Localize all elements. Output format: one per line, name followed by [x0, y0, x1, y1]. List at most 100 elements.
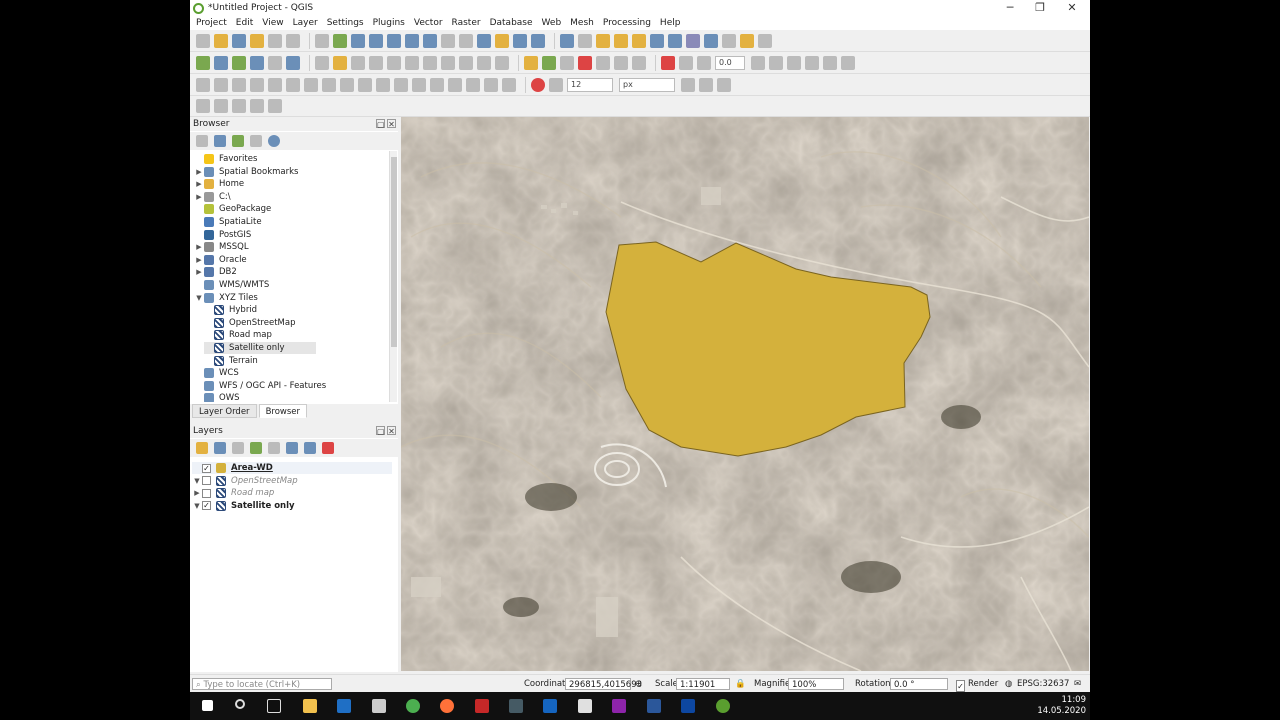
tab-layer-order[interactable]: Layer Order [192, 404, 257, 418]
crs-icon[interactable]: ◍ [1005, 678, 1012, 690]
browser-item[interactable]: WCS [194, 367, 384, 379]
browser-item[interactable]: Favorites [194, 153, 384, 165]
outlook-icon[interactable] [337, 699, 351, 713]
app-red-icon[interactable] [475, 699, 489, 713]
snap-area-icon[interactable] [286, 77, 300, 92]
ellipse-icon[interactable] [448, 77, 462, 92]
tolerance-icon[interactable] [549, 77, 563, 92]
delete-selected-icon[interactable] [405, 55, 419, 70]
rotation-field[interactable]: 0.0 ° [890, 678, 948, 690]
new-shapefile-icon[interactable] [232, 55, 246, 70]
shape-digitizing-icon[interactable] [412, 77, 426, 92]
new-geopackage-icon[interactable] [214, 55, 228, 70]
diagram-tool-icon[interactable] [661, 55, 675, 70]
add-ring-icon[interactable] [769, 55, 783, 70]
browser-item[interactable]: WMS/WMTS [194, 279, 384, 291]
browser-item[interactable]: ▶ DB2 [194, 266, 384, 278]
add-group-icon[interactable] [214, 442, 226, 454]
expand-arrow-icon[interactable]: ▶ [194, 256, 204, 264]
undo-icon[interactable] [477, 55, 491, 70]
menu-mesh[interactable]: Mesh [570, 18, 594, 28]
open-project-icon[interactable] [214, 33, 228, 48]
zoom-layer-icon[interactable] [423, 33, 437, 48]
menu-vector[interactable]: Vector [414, 18, 443, 28]
scale-field[interactable]: 1:11901 [676, 678, 730, 690]
paste-features-icon[interactable] [459, 55, 473, 70]
circle-icon[interactable] [430, 77, 444, 92]
layer-visibility-checkbox[interactable] [202, 476, 211, 486]
search-taskbar-icon[interactable] [235, 699, 245, 709]
move-annotation-icon[interactable] [268, 99, 282, 113]
locate-search-input[interactable]: ⌕ Type to locate (Ctrl+K) [192, 678, 332, 690]
menu-plugins[interactable]: Plugins [373, 18, 405, 28]
layer-row[interactable]: ✓ Area-WD [192, 462, 392, 474]
browser-item[interactable]: SpatiaLite [194, 216, 384, 228]
processing-toolbox-icon[interactable] [686, 33, 700, 48]
close-layers-panel-icon[interactable]: ✕ [387, 426, 396, 436]
save-project-icon[interactable] [232, 33, 246, 48]
browser-item[interactable]: ▶ MSSQL [194, 241, 384, 253]
menu-layer[interactable]: Layer [293, 18, 318, 28]
menu-web[interactable]: Web [542, 18, 562, 28]
layer-row[interactable]: ▶ Road map [192, 487, 392, 499]
layer-visibility-checkbox[interactable] [202, 488, 211, 498]
identify-icon[interactable] [560, 33, 574, 48]
remove-layer-icon[interactable] [322, 442, 334, 454]
app-icon[interactable] [372, 699, 386, 713]
maximize-button[interactable]: ❐ [1024, 0, 1056, 16]
snap-middle-icon[interactable] [322, 77, 336, 92]
menu-processing[interactable]: Processing [603, 18, 651, 28]
manage-visibility-icon[interactable] [232, 442, 244, 454]
menu-help[interactable]: Help [660, 18, 681, 28]
map-tips-icon[interactable] [740, 33, 754, 48]
collapse-all-layers-icon[interactable] [304, 442, 316, 454]
save-edits-icon[interactable] [351, 55, 365, 70]
digitize-curve-icon[interactable] [679, 55, 693, 70]
select-by-value-icon[interactable] [614, 33, 628, 48]
simplify-icon[interactable] [751, 55, 765, 70]
unit-dropdown[interactable]: px [619, 77, 675, 92]
tracing-icon[interactable] [358, 77, 372, 92]
refresh-icon[interactable] [531, 33, 545, 48]
browser-item[interactable]: Road map [204, 329, 316, 341]
data-source-manager-icon[interactable] [196, 55, 210, 70]
fill-ring-icon[interactable] [805, 55, 819, 70]
change-label-icon[interactable] [632, 55, 646, 70]
zoom-last-icon[interactable] [459, 33, 473, 48]
toggle-editing-icon[interactable] [333, 55, 347, 70]
refresh-browser-icon[interactable] [214, 135, 226, 147]
expand-arrow-icon[interactable]: ▶ [194, 180, 204, 188]
minimize-button[interactable]: ─ [994, 0, 1026, 16]
layer-expand-arrow-icon[interactable]: ▼ [192, 477, 202, 485]
menu-settings[interactable]: Settings [327, 18, 364, 28]
style-icon[interactable] [196, 442, 208, 454]
move-label-icon[interactable] [596, 55, 610, 70]
properties-icon[interactable] [268, 135, 280, 147]
add-feature-icon[interactable] [369, 55, 383, 70]
copy-features-icon[interactable] [441, 55, 455, 70]
layout-manager-icon[interactable] [268, 33, 282, 48]
close-button[interactable]: ✕ [1056, 0, 1088, 16]
snap-vertex-icon[interactable] [250, 77, 264, 92]
cross-icon[interactable] [699, 77, 713, 92]
pin-labels-icon[interactable] [542, 55, 556, 70]
edits-icon[interactable] [315, 55, 329, 70]
network-app-icon[interactable] [509, 699, 523, 713]
attribute-table-icon[interactable] [650, 33, 664, 48]
snap-line-end-icon[interactable] [340, 77, 354, 92]
task-view-icon[interactable] [267, 699, 281, 713]
tab-browser[interactable]: Browser [258, 404, 308, 418]
float-layers-panel-icon[interactable]: ▢ [376, 426, 385, 436]
browser-scrollbar[interactable] [389, 151, 397, 402]
rotation-spinbox[interactable]: 0.0 [715, 55, 745, 70]
magnifier-field[interactable]: 100% [788, 678, 844, 690]
visio-2-icon[interactable] [681, 699, 695, 713]
layer-row[interactable]: ▼ OpenStreetMap [192, 475, 392, 487]
browser-item[interactable]: GeoPackage [194, 203, 384, 215]
measure-icon[interactable] [722, 33, 736, 48]
collapse-arrow-icon[interactable]: ▼ [194, 294, 204, 302]
menu-raster[interactable]: Raster [452, 18, 481, 28]
new-map-view-icon[interactable] [495, 33, 509, 48]
browser-item[interactable]: WFS / OGC API - Features [194, 380, 384, 392]
toggle-extents-icon[interactable]: ⊕ [635, 678, 642, 690]
